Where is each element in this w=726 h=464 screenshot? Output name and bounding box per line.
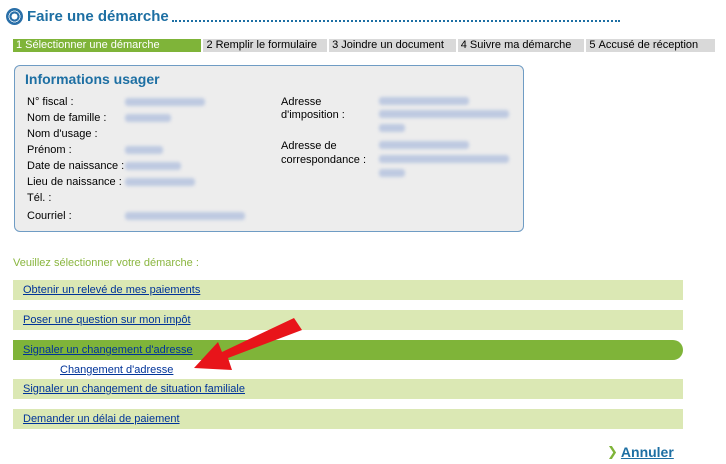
- sub-option-address-change[interactable]: Changement d'adresse: [13, 361, 683, 378]
- option-payment-statement[interactable]: Obtenir un relevé de mes paiements: [13, 280, 683, 300]
- step-number: 4: [460, 39, 467, 51]
- step-4: 4 Suivre ma démarche: [457, 39, 585, 52]
- page-header: Faire une démarche: [6, 6, 620, 28]
- redacted-value: [379, 155, 509, 163]
- redacted-value: [379, 169, 405, 177]
- cancel-control[interactable]: ❯ Annuler: [607, 444, 674, 460]
- cancel-link[interactable]: Annuler: [621, 444, 674, 460]
- step-number: 1: [16, 39, 23, 51]
- option-tax-question[interactable]: Poser une question sur mon impôt: [13, 310, 683, 330]
- option-family-situation[interactable]: Signaler un changement de situation fami…: [13, 379, 683, 399]
- redacted-value: [379, 97, 469, 105]
- progress-steps: 1 Sélectionner une démarche 2 Remplir le f…: [13, 39, 715, 52]
- step-number: 5: [589, 39, 596, 51]
- redacted-value: [125, 114, 171, 122]
- label-fiscal-number: N° fiscal :: [27, 96, 74, 108]
- label-usage-name: Nom d'usage :: [27, 128, 98, 140]
- step-5: 5 Accusé de réception: [586, 39, 715, 52]
- selection-prompt: Veuillez sélectionner votre démarche :: [13, 257, 199, 269]
- label-birth-place: Lieu de naissance :: [27, 176, 122, 188]
- redacted-value: [125, 98, 205, 106]
- user-info-panel: Informations usager N° fiscal : Nom de f…: [14, 65, 524, 232]
- title-dotted-rule: [172, 20, 620, 22]
- label-family-name: Nom de famille :: [27, 112, 107, 124]
- step-number: 2: [206, 39, 213, 51]
- option-address-change[interactable]: Signaler un changement d'adresse: [13, 340, 683, 360]
- label-first-name: Prénom :: [27, 144, 72, 156]
- redacted-value: [379, 110, 509, 118]
- label-phone: Tél. :: [27, 192, 52, 204]
- step-label: Suivre ma démarche: [469, 39, 572, 51]
- page-title: Faire une démarche: [27, 8, 169, 25]
- sub-option-address-change-link[interactable]: Changement d'adresse: [60, 364, 173, 376]
- dgfip-emblem-icon: [6, 8, 23, 25]
- redacted-value: [125, 162, 181, 170]
- label-mail-address: Adresse de: [281, 140, 337, 152]
- redacted-value: [125, 146, 163, 154]
- label-mail-address-cont: correspondance :: [281, 154, 366, 166]
- step-label: Accusé de réception: [598, 39, 699, 51]
- label-birth-date: Date de naissance :: [27, 160, 125, 172]
- option-payment-statement-link[interactable]: Obtenir un relevé de mes paiements: [23, 284, 200, 296]
- option-payment-delay-link[interactable]: Demander un délai de paiement: [23, 413, 180, 425]
- option-address-change-link[interactable]: Signaler un changement d'adresse: [23, 344, 193, 356]
- step-1: 1 Sélectionner une démarche: [13, 39, 202, 52]
- step-label: Sélectionner une démarche: [25, 39, 160, 51]
- redacted-value: [379, 124, 405, 132]
- option-payment-delay[interactable]: Demander un délai de paiement: [13, 409, 683, 429]
- redacted-value: [125, 212, 245, 220]
- step-number: 3: [332, 39, 339, 51]
- redacted-value: [125, 178, 195, 186]
- option-tax-question-link[interactable]: Poser une question sur mon impôt: [23, 314, 191, 326]
- step-3: 3 Joindre un document: [329, 39, 456, 52]
- label-email: Courriel :: [27, 210, 72, 222]
- step-label: Joindre un document: [341, 39, 444, 51]
- red-arrow-annotation: [194, 318, 302, 370]
- option-family-situation-link[interactable]: Signaler un changement de situation fami…: [23, 383, 245, 395]
- label-tax-address: Adresse: [281, 96, 322, 108]
- user-info-title: Informations usager: [25, 71, 160, 87]
- chevron-right-icon: ❯: [607, 444, 618, 459]
- step-label: Remplir le formulaire: [215, 39, 318, 51]
- redacted-value: [379, 141, 469, 149]
- label-tax-address-cont: d'imposition :: [281, 109, 345, 121]
- step-2: 2 Remplir le formulaire: [203, 39, 328, 52]
